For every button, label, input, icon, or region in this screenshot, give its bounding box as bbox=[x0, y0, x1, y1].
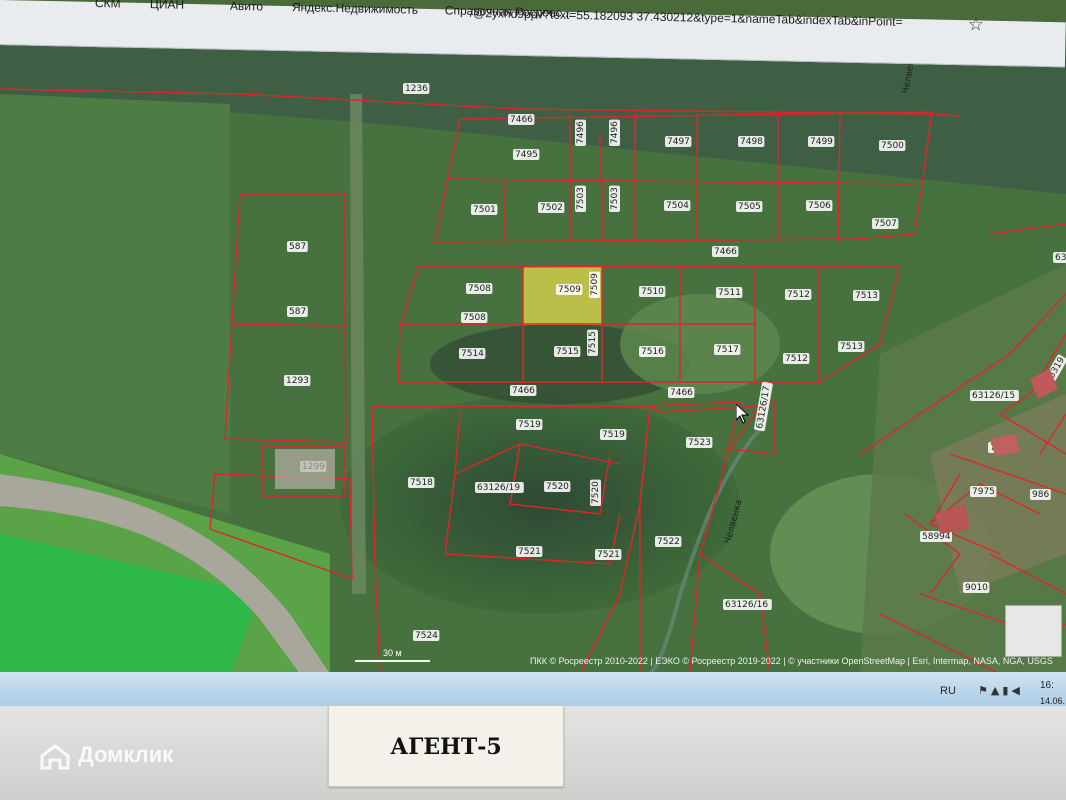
plot-label[interactable]: 7504 bbox=[666, 201, 689, 211]
plot-label[interactable]: 9010 bbox=[965, 583, 988, 593]
plot-label[interactable]: 63126/16 bbox=[725, 600, 768, 610]
plot-label[interactable]: 7496 bbox=[610, 121, 620, 144]
plot-label[interactable]: 1293 bbox=[286, 376, 309, 386]
minimap-thumbnail[interactable] bbox=[1005, 605, 1062, 657]
plot-label[interactable]: 7516 bbox=[641, 347, 664, 357]
plot-label[interactable]: 7519 bbox=[602, 430, 625, 440]
plot-label[interactable]: 7500 bbox=[881, 141, 904, 151]
bookmark-avito[interactable]: Авито bbox=[230, 0, 263, 14]
plot-label[interactable]: 63126/19 bbox=[477, 483, 520, 493]
plot-label[interactable]: 7508 bbox=[468, 284, 491, 294]
plot-label[interactable]: 7501 bbox=[473, 205, 496, 215]
plot-label[interactable]: 986 bbox=[1032, 490, 1049, 500]
plot-label[interactable]: 7975 bbox=[972, 487, 995, 497]
plot-label[interactable]: 7509 bbox=[590, 273, 600, 296]
plot-label[interactable]: 7507 bbox=[874, 219, 897, 229]
plot-label[interactable]: 7466 bbox=[714, 247, 737, 257]
star-icon[interactable]: ☆ bbox=[967, 14, 984, 35]
plot-label[interactable]: 7514 bbox=[461, 349, 484, 359]
plot-label[interactable]: 7466 bbox=[510, 115, 533, 125]
plot-label[interactable]: 7499 bbox=[810, 137, 833, 147]
map-attribution[interactable]: ПКК © Росреестр 2010-2022 | ЕЭКО © Росре… bbox=[530, 656, 1053, 666]
bookmark-yandex-realty[interactable]: Яндекс.Недвижимость bbox=[292, 0, 419, 17]
monitor-screen: 6.23912367466749574967496749774987499750… bbox=[0, 0, 1066, 710]
plot-label[interactable]: 7521 bbox=[518, 547, 541, 557]
plot-label[interactable]: 7508 bbox=[463, 313, 486, 323]
plot-label[interactable]: 7498 bbox=[740, 137, 763, 147]
clock-date[interactable]: 14.06. bbox=[1040, 696, 1065, 706]
plot-label[interactable]: 7515 bbox=[556, 347, 579, 357]
plot-label[interactable]: 7510 bbox=[641, 287, 664, 297]
plot-label[interactable]: 587 bbox=[289, 307, 306, 317]
tray-icons[interactable]: ⚑▲▮◀ bbox=[978, 684, 1023, 697]
plot-label[interactable]: 7466 bbox=[670, 388, 693, 398]
plot-label[interactable]: 7515 bbox=[588, 331, 598, 354]
plot-label[interactable]: 1236 bbox=[405, 84, 428, 94]
plot-label[interactable]: 7506 bbox=[808, 201, 831, 211]
clock-time[interactable]: 16: bbox=[1040, 680, 1054, 691]
domclick-logo-icon bbox=[40, 744, 70, 770]
plot-label[interactable]: 7505 bbox=[738, 202, 761, 212]
plot-label[interactable]: 7521 bbox=[597, 550, 620, 560]
plot-label[interactable]: 63 bbox=[1055, 253, 1066, 263]
plot-label[interactable]: 58994 bbox=[922, 532, 951, 542]
plot-label[interactable]: 7524 bbox=[415, 631, 438, 641]
plot-label[interactable]: 7503 bbox=[610, 187, 620, 210]
sticker-text: АГЕНТ-5 bbox=[390, 734, 502, 760]
plot-label[interactable]: 7522 bbox=[657, 537, 680, 547]
plot-label[interactable]: 7511 bbox=[718, 288, 741, 298]
plot-label[interactable]: 587 bbox=[289, 242, 306, 252]
map-canvas[interactable]: 6.23912367466749574967496749774987499750… bbox=[0, 34, 1066, 674]
address-bar[interactable]: /@2yxhd9ppv?text=55.182093 37.430212&typ… bbox=[470, 6, 960, 38]
plot-label[interactable]: 7496 bbox=[576, 121, 586, 144]
plot-label[interactable]: 7519 bbox=[518, 420, 541, 430]
bookmark-cian[interactable]: ЦИАН bbox=[150, 0, 184, 12]
plot-label[interactable]: 7518 bbox=[410, 478, 433, 488]
cadastral-map[interactable]: 6.23912367466749574967496749774987499750… bbox=[0, 34, 1066, 674]
plot-label[interactable]: 7513 bbox=[855, 291, 878, 301]
plot-label[interactable]: 7517 bbox=[716, 345, 739, 355]
plot-label[interactable]: 7495 bbox=[515, 150, 538, 160]
plot-label[interactable]: 7520 bbox=[546, 482, 569, 492]
plot-label[interactable]: 7512 bbox=[787, 290, 810, 300]
plot-label[interactable]: 7512 bbox=[785, 354, 808, 364]
agent-sticker: АГЕНТ-5 bbox=[328, 705, 564, 787]
mouse-cursor-icon bbox=[736, 404, 750, 424]
language-indicator[interactable]: RU bbox=[940, 685, 956, 697]
plot-label[interactable]: 7503 bbox=[576, 187, 586, 210]
plot-label[interactable]: 7513 bbox=[840, 342, 863, 352]
domclick-watermark: Домклик bbox=[78, 742, 174, 767]
plot-label[interactable]: 7497 bbox=[667, 137, 690, 147]
plot-label[interactable]: 7523 bbox=[688, 438, 711, 448]
plot-label[interactable]: 7466 bbox=[512, 386, 535, 396]
scale-label: 30 м bbox=[383, 648, 402, 658]
plot-label[interactable]: 7520 bbox=[591, 481, 601, 504]
plot-label[interactable]: 7502 bbox=[540, 203, 563, 213]
bookmark-skm[interactable]: СКМ bbox=[95, 0, 121, 11]
plot-label[interactable]: 63126/15 bbox=[972, 391, 1015, 401]
plot-label[interactable]: 7509 bbox=[558, 285, 581, 295]
